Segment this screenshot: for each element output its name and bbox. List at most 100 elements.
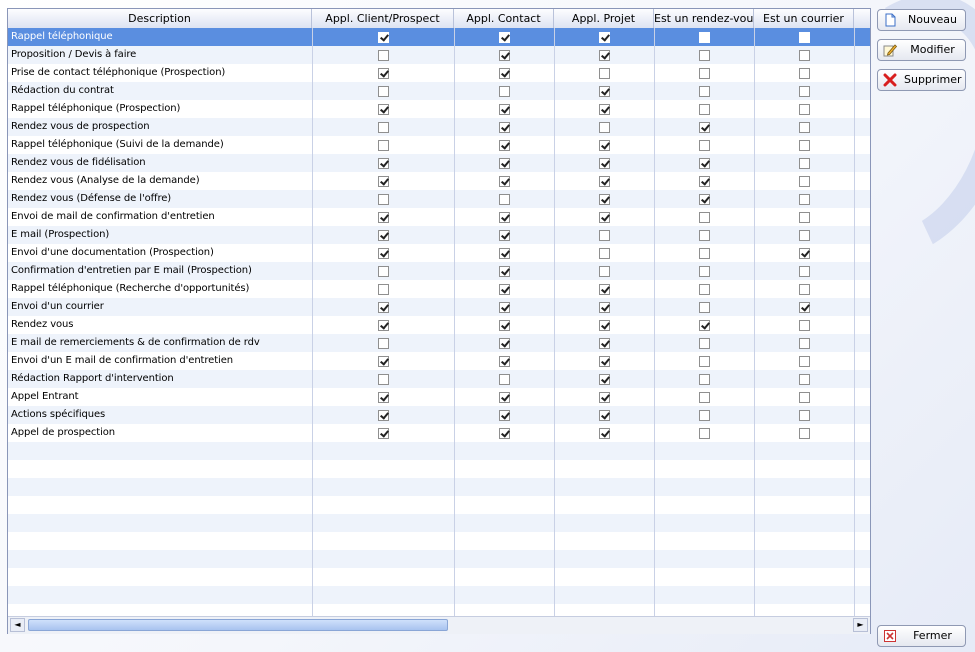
- row-checkbox[interactable]: [499, 212, 510, 223]
- row-checkbox[interactable]: [499, 302, 510, 313]
- row-checkbox[interactable]: [499, 140, 510, 151]
- row-checkbox[interactable]: [799, 176, 810, 187]
- row-checkbox[interactable]: [499, 284, 510, 295]
- row-checkbox[interactable]: [378, 50, 389, 61]
- row-checkbox[interactable]: [799, 194, 810, 205]
- row-checkbox[interactable]: [499, 50, 510, 61]
- table-row[interactable]: Prise de contact téléphonique (Prospecti…: [8, 64, 870, 82]
- row-checkbox[interactable]: [599, 122, 610, 133]
- row-checkbox[interactable]: [599, 86, 610, 97]
- row-checkbox[interactable]: [699, 284, 710, 295]
- row-checkbox[interactable]: [699, 140, 710, 151]
- row-checkbox[interactable]: [499, 158, 510, 169]
- row-checkbox[interactable]: [599, 392, 610, 403]
- table-row[interactable]: Rappel téléphonique (Prospection): [8, 100, 870, 118]
- row-checkbox[interactable]: [799, 230, 810, 241]
- row-checkbox[interactable]: [699, 212, 710, 223]
- row-checkbox[interactable]: [699, 392, 710, 403]
- row-checkbox[interactable]: [378, 158, 389, 169]
- row-checkbox[interactable]: [799, 302, 810, 313]
- row-checkbox[interactable]: [499, 194, 510, 205]
- row-checkbox[interactable]: [599, 338, 610, 349]
- row-checkbox[interactable]: [499, 104, 510, 115]
- row-checkbox[interactable]: [599, 284, 610, 295]
- row-checkbox[interactable]: [378, 176, 389, 187]
- row-checkbox[interactable]: [799, 410, 810, 421]
- row-checkbox[interactable]: [378, 356, 389, 367]
- row-checkbox[interactable]: [499, 176, 510, 187]
- table-row[interactable]: Rendez vous (Défense de l'offre): [8, 190, 870, 208]
- row-checkbox[interactable]: [378, 392, 389, 403]
- table-row[interactable]: Rendez vous: [8, 316, 870, 334]
- row-checkbox[interactable]: [799, 140, 810, 151]
- row-checkbox[interactable]: [499, 32, 510, 43]
- row-checkbox[interactable]: [599, 104, 610, 115]
- row-checkbox[interactable]: [378, 140, 389, 151]
- row-checkbox[interactable]: [499, 248, 510, 259]
- table-row[interactable]: Appel Entrant: [8, 388, 870, 406]
- table-row[interactable]: Confirmation d'entretien par E mail (Pro…: [8, 262, 870, 280]
- table-row[interactable]: Envoi de mail de confirmation d'entretie…: [8, 208, 870, 226]
- header-est-un-rendez-vous[interactable]: Est un rendez-vous: [654, 9, 754, 28]
- row-checkbox[interactable]: [599, 212, 610, 223]
- row-checkbox[interactable]: [599, 356, 610, 367]
- table-row[interactable]: Actions spécifiques: [8, 406, 870, 424]
- row-checkbox[interactable]: [499, 68, 510, 79]
- row-checkbox[interactable]: [699, 68, 710, 79]
- table-row[interactable]: Rendez vous de fidélisation: [8, 154, 870, 172]
- table-row[interactable]: Envoi d'un E mail de confirmation d'entr…: [8, 352, 870, 370]
- row-checkbox[interactable]: [699, 320, 710, 331]
- row-checkbox[interactable]: [378, 68, 389, 79]
- row-checkbox[interactable]: [599, 158, 610, 169]
- row-checkbox[interactable]: [378, 32, 389, 43]
- supprimer-button[interactable]: Supprimer: [877, 69, 966, 91]
- row-checkbox[interactable]: [378, 302, 389, 313]
- row-checkbox[interactable]: [599, 374, 610, 385]
- row-checkbox[interactable]: [699, 50, 710, 61]
- header-appl-client-prospect[interactable]: Appl. Client/Prospect: [312, 9, 454, 28]
- row-checkbox[interactable]: [599, 410, 610, 421]
- modifier-button[interactable]: Modifier: [877, 39, 966, 61]
- table-row[interactable]: Envoi d'un courrier: [8, 298, 870, 316]
- row-checkbox[interactable]: [499, 356, 510, 367]
- row-checkbox[interactable]: [599, 50, 610, 61]
- row-checkbox[interactable]: [378, 230, 389, 241]
- table-row[interactable]: Rappel téléphonique: [8, 28, 870, 46]
- row-checkbox[interactable]: [499, 374, 510, 385]
- header-appl-contact[interactable]: Appl. Contact: [454, 9, 554, 28]
- scroll-right-button[interactable]: ►: [853, 618, 868, 632]
- row-checkbox[interactable]: [699, 158, 710, 169]
- table-row[interactable]: Rédaction Rapport d'intervention: [8, 370, 870, 388]
- header-appl-projet[interactable]: Appl. Projet: [554, 9, 654, 28]
- row-checkbox[interactable]: [699, 32, 710, 43]
- table-row[interactable]: E mail (Prospection): [8, 226, 870, 244]
- row-checkbox[interactable]: [799, 356, 810, 367]
- horizontal-scrollbar[interactable]: ◄ ►: [8, 616, 870, 634]
- fermer-button[interactable]: Fermer: [877, 625, 966, 647]
- row-checkbox[interactable]: [499, 86, 510, 97]
- row-checkbox[interactable]: [499, 320, 510, 331]
- row-checkbox[interactable]: [499, 392, 510, 403]
- row-checkbox[interactable]: [799, 104, 810, 115]
- row-checkbox[interactable]: [799, 266, 810, 277]
- row-checkbox[interactable]: [699, 266, 710, 277]
- row-checkbox[interactable]: [699, 428, 710, 439]
- row-checkbox[interactable]: [799, 338, 810, 349]
- table-row[interactable]: E mail de remerciements & de confirmatio…: [8, 334, 870, 352]
- row-checkbox[interactable]: [799, 392, 810, 403]
- row-checkbox[interactable]: [599, 320, 610, 331]
- row-checkbox[interactable]: [799, 122, 810, 133]
- row-checkbox[interactable]: [699, 104, 710, 115]
- row-checkbox[interactable]: [378, 320, 389, 331]
- row-checkbox[interactable]: [599, 32, 610, 43]
- nouveau-button[interactable]: Nouveau: [877, 9, 966, 31]
- row-checkbox[interactable]: [378, 248, 389, 259]
- header-est-un-courrier[interactable]: Est un courrier: [754, 9, 854, 28]
- row-checkbox[interactable]: [799, 158, 810, 169]
- row-checkbox[interactable]: [699, 302, 710, 313]
- header-description[interactable]: Description: [8, 9, 312, 28]
- row-checkbox[interactable]: [599, 68, 610, 79]
- row-checkbox[interactable]: [599, 140, 610, 151]
- row-checkbox[interactable]: [378, 428, 389, 439]
- row-checkbox[interactable]: [599, 302, 610, 313]
